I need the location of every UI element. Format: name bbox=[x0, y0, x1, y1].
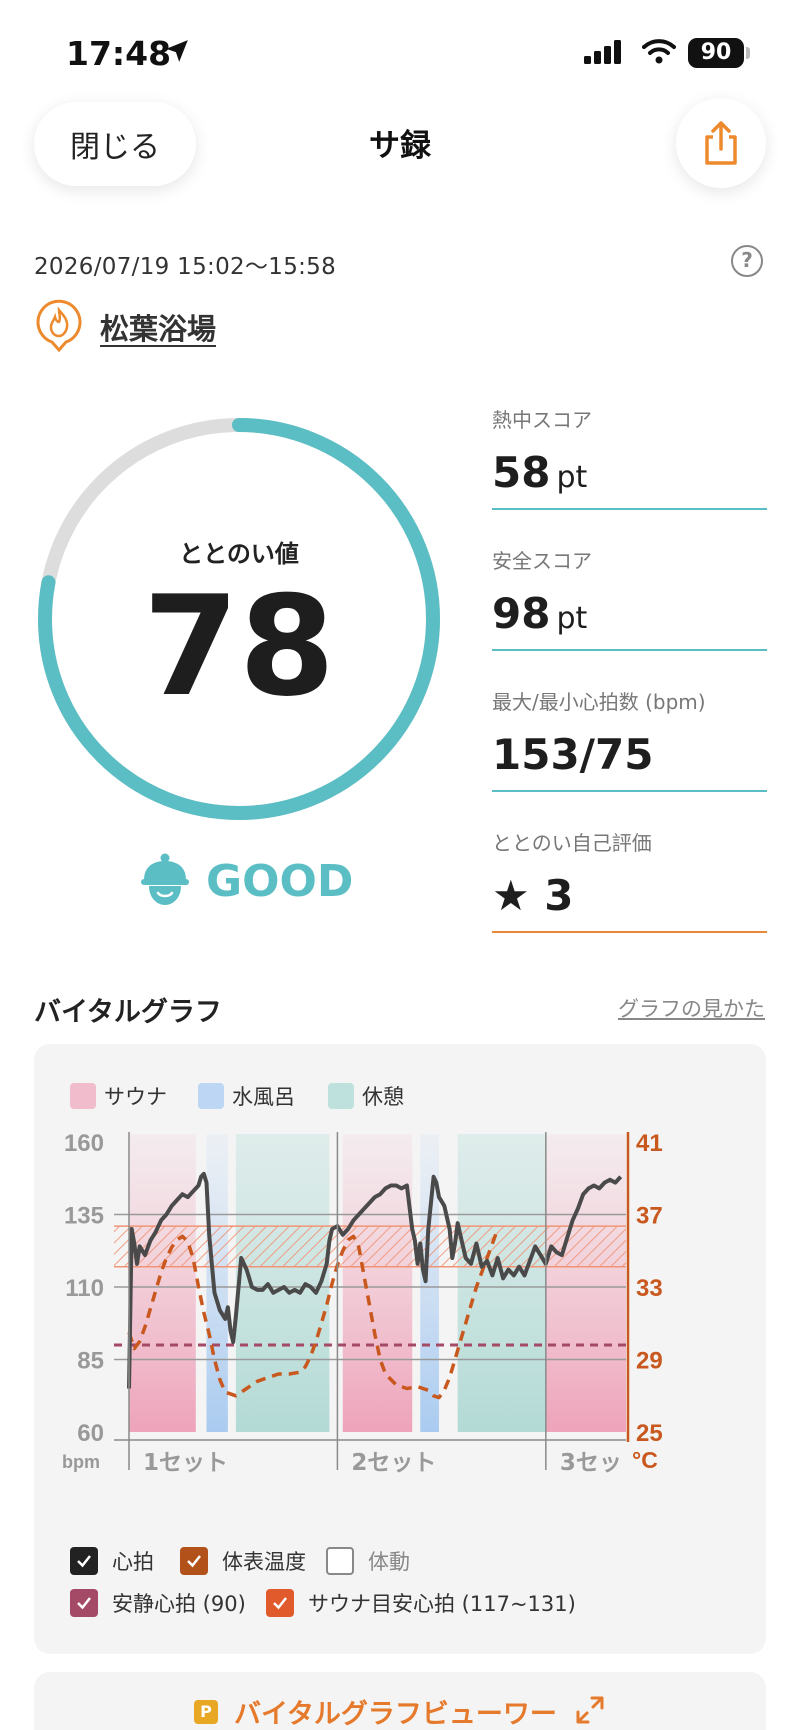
checkbox-checked-icon bbox=[70, 1547, 98, 1575]
zone-sauna bbox=[545, 1134, 626, 1432]
vital-graph-card: サウナ 水風呂 休憩 160 135 110 85 60 bpm 41 37 3… bbox=[34, 1044, 766, 1654]
share-icon bbox=[705, 121, 737, 165]
graph-guide-link[interactable]: グラフの見かた bbox=[618, 993, 765, 1023]
sauna-hat-icon bbox=[141, 853, 189, 905]
checkbox-checked-icon bbox=[266, 1589, 294, 1617]
toggle-sauna-target-heart-rate[interactable]: サウナ目安心拍 (117~131) bbox=[266, 1588, 576, 1618]
stat-label: 安全スコア bbox=[492, 549, 592, 573]
zone-cold bbox=[206, 1134, 228, 1432]
y-tick-label: 160 bbox=[64, 1130, 104, 1157]
stat-value: 58 pt bbox=[492, 448, 588, 497]
sauna-location-icon bbox=[36, 299, 82, 353]
divider bbox=[492, 931, 767, 933]
y2-tick-label: 25 bbox=[636, 1420, 663, 1447]
stat-label: ととのい自己評価 bbox=[492, 831, 652, 855]
y-axis-unit-label: bpm bbox=[62, 1452, 100, 1472]
viewer-label: バイタルグラフビューワー bbox=[234, 1699, 557, 1730]
legend-cold-bath: 水風呂 bbox=[198, 1082, 295, 1110]
toggle-body-motion[interactable]: 体動 bbox=[326, 1546, 410, 1576]
section-title: バイタルグラフ bbox=[34, 997, 222, 1028]
stat-heat-score: 熱中スコア 58 pt bbox=[492, 404, 767, 522]
location-arrow-icon bbox=[166, 40, 188, 62]
status-bar: 17:48 90 bbox=[0, 0, 800, 100]
legend-rest: 休憩 bbox=[328, 1082, 404, 1110]
x-set-label: 1セット bbox=[143, 1450, 228, 1476]
toggle-resting-heart-rate[interactable]: 安静心拍 (90) bbox=[70, 1588, 246, 1618]
legend-swatch bbox=[70, 1083, 96, 1109]
help-icon[interactable]: ? bbox=[731, 245, 763, 277]
stat-label: 熱中スコア bbox=[492, 408, 592, 432]
stat-label: 最大/最小心拍数 (bpm) bbox=[492, 690, 706, 714]
y2-tick-label: 29 bbox=[636, 1348, 663, 1375]
stat-self-rating: ととのい自己評価 ★ 3 bbox=[492, 827, 767, 945]
y2-tick-label: 33 bbox=[636, 1275, 663, 1302]
y-tick-label: 110 bbox=[65, 1275, 104, 1302]
divider bbox=[492, 508, 767, 510]
y-tick-label: 135 bbox=[64, 1203, 104, 1230]
stat-heart-rate: 最大/最小心拍数 (bpm) 153/75 bbox=[492, 686, 767, 804]
wifi-icon bbox=[642, 39, 676, 64]
session-datetime: 2026/07/19 15:02〜15:58 bbox=[34, 254, 337, 280]
checkbox-checked-icon bbox=[180, 1547, 208, 1575]
checkbox-unchecked-icon bbox=[326, 1547, 354, 1575]
legend-swatch bbox=[328, 1083, 354, 1109]
gauge-label: ととのい値 bbox=[179, 540, 299, 568]
page-title: サ録 bbox=[369, 128, 431, 164]
x-set-label: 3セッ bbox=[560, 1450, 622, 1476]
stat-value: 98 pt bbox=[492, 589, 588, 638]
zone-rest bbox=[457, 1134, 546, 1432]
y-tick-label: 85 bbox=[77, 1348, 104, 1375]
cellular-signal-icon bbox=[584, 40, 621, 64]
zone-sauna bbox=[129, 1134, 196, 1432]
battery-icon: 90 bbox=[688, 38, 744, 68]
premium-icon: P bbox=[194, 1700, 218, 1724]
stat-value: 153/75 bbox=[492, 730, 654, 779]
battery-cap bbox=[746, 47, 750, 59]
y2-tick-label: 41 bbox=[636, 1130, 663, 1157]
share-button[interactable] bbox=[676, 98, 766, 188]
toggle-heart-rate[interactable]: 心拍 bbox=[70, 1546, 154, 1576]
nav-bar: 閉じる サ録 bbox=[0, 90, 800, 200]
rating-label: GOOD bbox=[206, 856, 354, 907]
vital-graph-viewer-button[interactable]: P バイタルグラフビューワー bbox=[34, 1672, 766, 1730]
divider bbox=[492, 649, 767, 651]
stat-safety-score: 安全スコア 98 pt bbox=[492, 545, 767, 663]
divider bbox=[492, 790, 767, 792]
gauge-value: 78 bbox=[142, 566, 336, 727]
y2-tick-label: 37 bbox=[636, 1203, 663, 1230]
x-set-label: 2セット bbox=[351, 1450, 436, 1476]
stat-value: ★ 3 bbox=[492, 871, 574, 920]
close-button[interactable]: 閉じる bbox=[34, 102, 196, 186]
legend-sauna: サウナ bbox=[70, 1082, 167, 1110]
legend-swatch bbox=[198, 1083, 224, 1109]
y2-axis-unit-label: °C bbox=[632, 1447, 658, 1473]
checkbox-checked-icon bbox=[70, 1589, 98, 1617]
facility-name-link[interactable]: 松葉浴場 bbox=[100, 306, 216, 348]
vital-chart: 160 135 110 85 60 bpm 41 37 33 29 25°C 1セット 2セット 3セッ bbox=[62, 1130, 663, 1476]
y-tick-label: 60 bbox=[77, 1420, 104, 1447]
toggle-body-temperature[interactable]: 体表温度 bbox=[180, 1546, 306, 1576]
status-time: 17:48 bbox=[66, 34, 172, 73]
expand-icon bbox=[576, 1696, 604, 1724]
